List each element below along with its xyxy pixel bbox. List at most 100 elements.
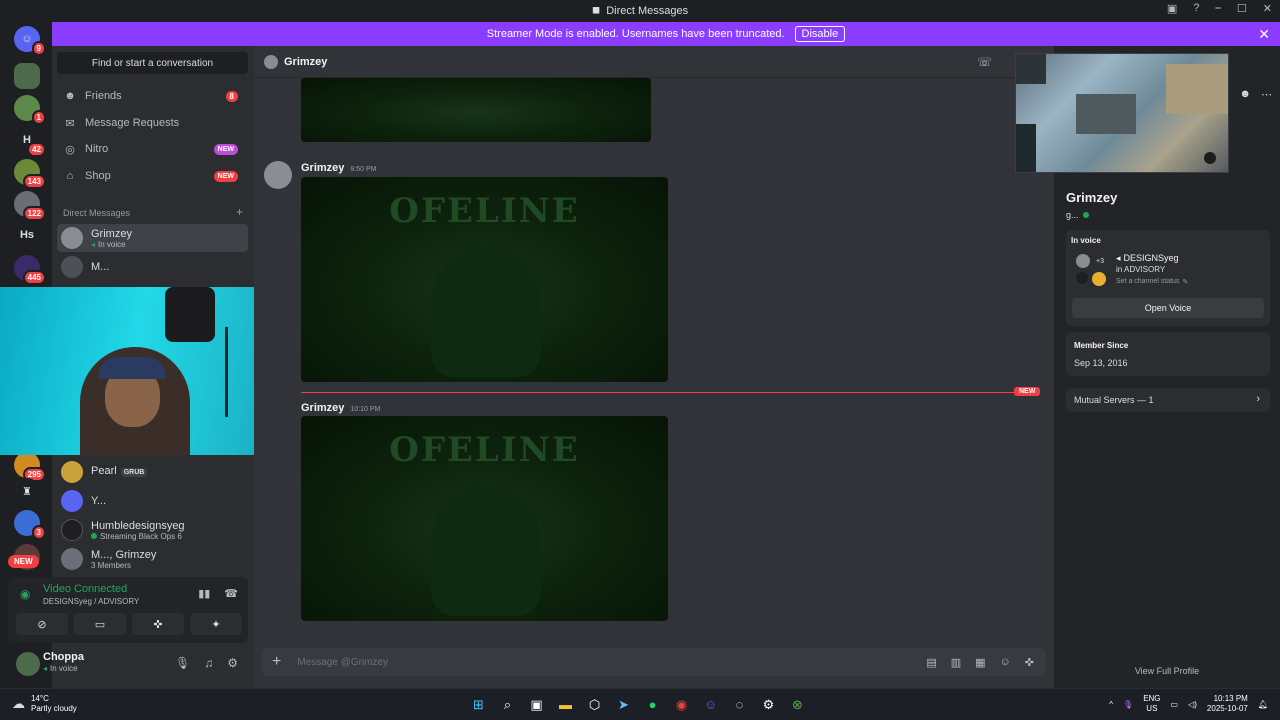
gif-icon[interactable]: ▥: [951, 656, 961, 669]
server-icon[interactable]: H 42: [14, 127, 46, 157]
sticker-icon[interactable]: ▦: [975, 656, 985, 669]
dm-item-grimzey[interactable]: Grimzey ◂ In voice: [57, 224, 248, 252]
dm-item-pearl[interactable]: Pearl GRUB: [57, 458, 248, 486]
microphone-icon[interactable]: 🎙︎: [1123, 700, 1133, 709]
close-window-button[interactable]: ✕: [1263, 2, 1272, 15]
disable-streamer-mode-button[interactable]: Disable: [794, 26, 846, 42]
sparkle-icon: ✦: [211, 618, 221, 631]
close-icon[interactable]: ✕: [1258, 26, 1270, 43]
call-icon[interactable]: ☏: [977, 55, 992, 69]
maximize-button[interactable]: ☐: [1237, 2, 1247, 15]
home-button[interactable]: ☺ 9: [14, 26, 46, 56]
weather-icon: ☁: [12, 696, 25, 711]
chevron-up-icon[interactable]: ^: [1109, 700, 1113, 709]
nav-friends[interactable]: ☻ Friends 8: [57, 84, 248, 108]
language-indicator[interactable]: ENG US: [1143, 694, 1160, 714]
activity-button[interactable]: ✜: [132, 613, 184, 635]
xbox-icon[interactable]: ⊗: [787, 694, 808, 715]
server-icon[interactable]: Hs: [14, 222, 40, 248]
microphone-icon[interactable]: 🎙︎: [175, 656, 190, 670]
clock[interactable]: 10:13 PM 2025-10-07: [1207, 694, 1248, 714]
message-image[interactable]: OFELINE: [301, 416, 668, 621]
create-dm-plus-icon[interactable]: +: [236, 206, 243, 218]
file-explorer-icon[interactable]: ▬: [555, 694, 576, 715]
app-icon[interactable]: ⚙: [758, 694, 779, 715]
add-friend-icon[interactable]: ☻: [1239, 88, 1251, 101]
dm-item-group[interactable]: M..., Grimzey 3 Members: [57, 545, 248, 573]
emoji-icon[interactable]: ☺: [1000, 656, 1011, 669]
message-image[interactable]: [301, 78, 651, 142]
app-icon[interactable]: ⬡: [584, 694, 605, 715]
server-icon[interactable]: ♜: [14, 478, 40, 504]
obs-icon[interactable]: ◌: [729, 694, 750, 715]
headphones-icon[interactable]: ♫: [204, 656, 213, 670]
avatar[interactable]: [16, 652, 40, 676]
webcam-overlay: [0, 287, 297, 455]
guild-tag: GRUB: [120, 468, 148, 477]
soundboard-icon[interactable]: ▮▮: [198, 587, 210, 600]
streamer-cap: [98, 357, 166, 379]
avatar: [264, 54, 278, 69]
server-icon[interactable]: 1: [14, 95, 46, 125]
screen-share-button[interactable]: ▭: [74, 613, 126, 635]
friends-icon: ☻: [64, 90, 76, 102]
server-icon[interactable]: 3: [14, 510, 46, 540]
gear-icon[interactable]: ⚙: [227, 656, 238, 670]
view-full-profile-link[interactable]: View Full Profile: [1054, 666, 1280, 676]
message-input[interactable]: Message @Grimzey: [297, 657, 388, 668]
nav-shop[interactable]: ⌂ Shop NEW: [57, 164, 248, 188]
dm-item[interactable]: M...: [57, 253, 248, 281]
avatar: [61, 256, 83, 278]
disconnect-icon[interactable]: ☎: [224, 587, 238, 600]
open-voice-button[interactable]: Open Voice: [1072, 298, 1264, 318]
mutual-servers-row[interactable]: Mutual Servers — 1 ›: [1066, 388, 1270, 412]
task-view-icon[interactable]: ▣: [526, 694, 547, 715]
avatar: [1076, 272, 1088, 284]
search-icon[interactable]: ⌕: [497, 694, 518, 715]
chrome-icon[interactable]: ◉: [671, 694, 692, 715]
message-author[interactable]: Grimzey: [301, 402, 344, 414]
nav-nitro[interactable]: ◎ Nitro NEW: [57, 137, 248, 161]
bear-figure: [431, 247, 541, 377]
pencil-icon[interactable]: ✎: [1182, 278, 1188, 286]
server-icon[interactable]: 445: [14, 255, 46, 285]
more-icon[interactable]: ⋯: [1261, 88, 1272, 101]
microphone-image: [165, 287, 215, 342]
steam-icon[interactable]: ➤: [613, 694, 634, 715]
new-servers-badge[interactable]: NEW: [8, 555, 39, 568]
gift-icon[interactable]: ▤: [926, 656, 936, 669]
server-icon[interactable]: 122: [14, 191, 46, 221]
message-composer[interactable]: + Message @Grimzey ▤ ▥ ▦ ☺ ✜: [262, 648, 1046, 676]
network-icon[interactable]: ▭: [1171, 700, 1179, 709]
server-icon[interactable]: 295: [14, 452, 46, 482]
discord-icon: ◼: [591, 5, 601, 16]
dm-item[interactable]: Y...: [57, 487, 248, 515]
help-icon[interactable]: ?: [1193, 2, 1199, 15]
avatar[interactable]: [264, 161, 292, 189]
server-icon[interactable]: 143: [14, 159, 46, 189]
volume-icon[interactable]: ◁): [1188, 700, 1197, 709]
find-conversation-input[interactable]: Find or start a conversation: [57, 52, 248, 74]
discord-icon[interactable]: ☺: [700, 694, 721, 715]
discord-icon: ☺: [21, 33, 33, 45]
notifications-icon[interactable]: 🔔︎: [1258, 700, 1268, 709]
voice-channel-link[interactable]: DESIGNSyeg / ADVISORY: [43, 597, 139, 606]
avatar: [61, 461, 83, 483]
apps-icon[interactable]: ✜: [1025, 656, 1034, 669]
weather-widget[interactable]: ☁ 14°C Partly cloudy: [12, 694, 77, 714]
start-icon[interactable]: ⊞: [468, 694, 489, 715]
chat-title: Grimzey: [284, 55, 328, 68]
camera-off-button[interactable]: ⊘: [16, 613, 68, 635]
inbox-icon[interactable]: ▣: [1167, 2, 1177, 15]
system-tray: ^ 🎙︎ ENG US ▭ ◁) 10:13 PM 2025-10-07 🔔︎: [1109, 694, 1268, 714]
soundboard-button[interactable]: ✦: [190, 613, 242, 635]
add-attachment-icon[interactable]: +: [272, 653, 281, 671]
spotify-icon[interactable]: ●: [642, 694, 663, 715]
minimize-button[interactable]: ⎯: [1215, 2, 1221, 15]
dm-item-humbledesignsyeg[interactable]: Humbledesignsyeg Streaming Black Ops 6: [57, 516, 248, 544]
nav-message-requests[interactable]: ✉ Message Requests: [57, 111, 248, 135]
message-image[interactable]: OFELINE: [301, 177, 668, 382]
username: Choppa: [43, 651, 84, 663]
server-icon[interactable]: [14, 63, 40, 89]
message-author[interactable]: Grimzey: [301, 162, 344, 174]
